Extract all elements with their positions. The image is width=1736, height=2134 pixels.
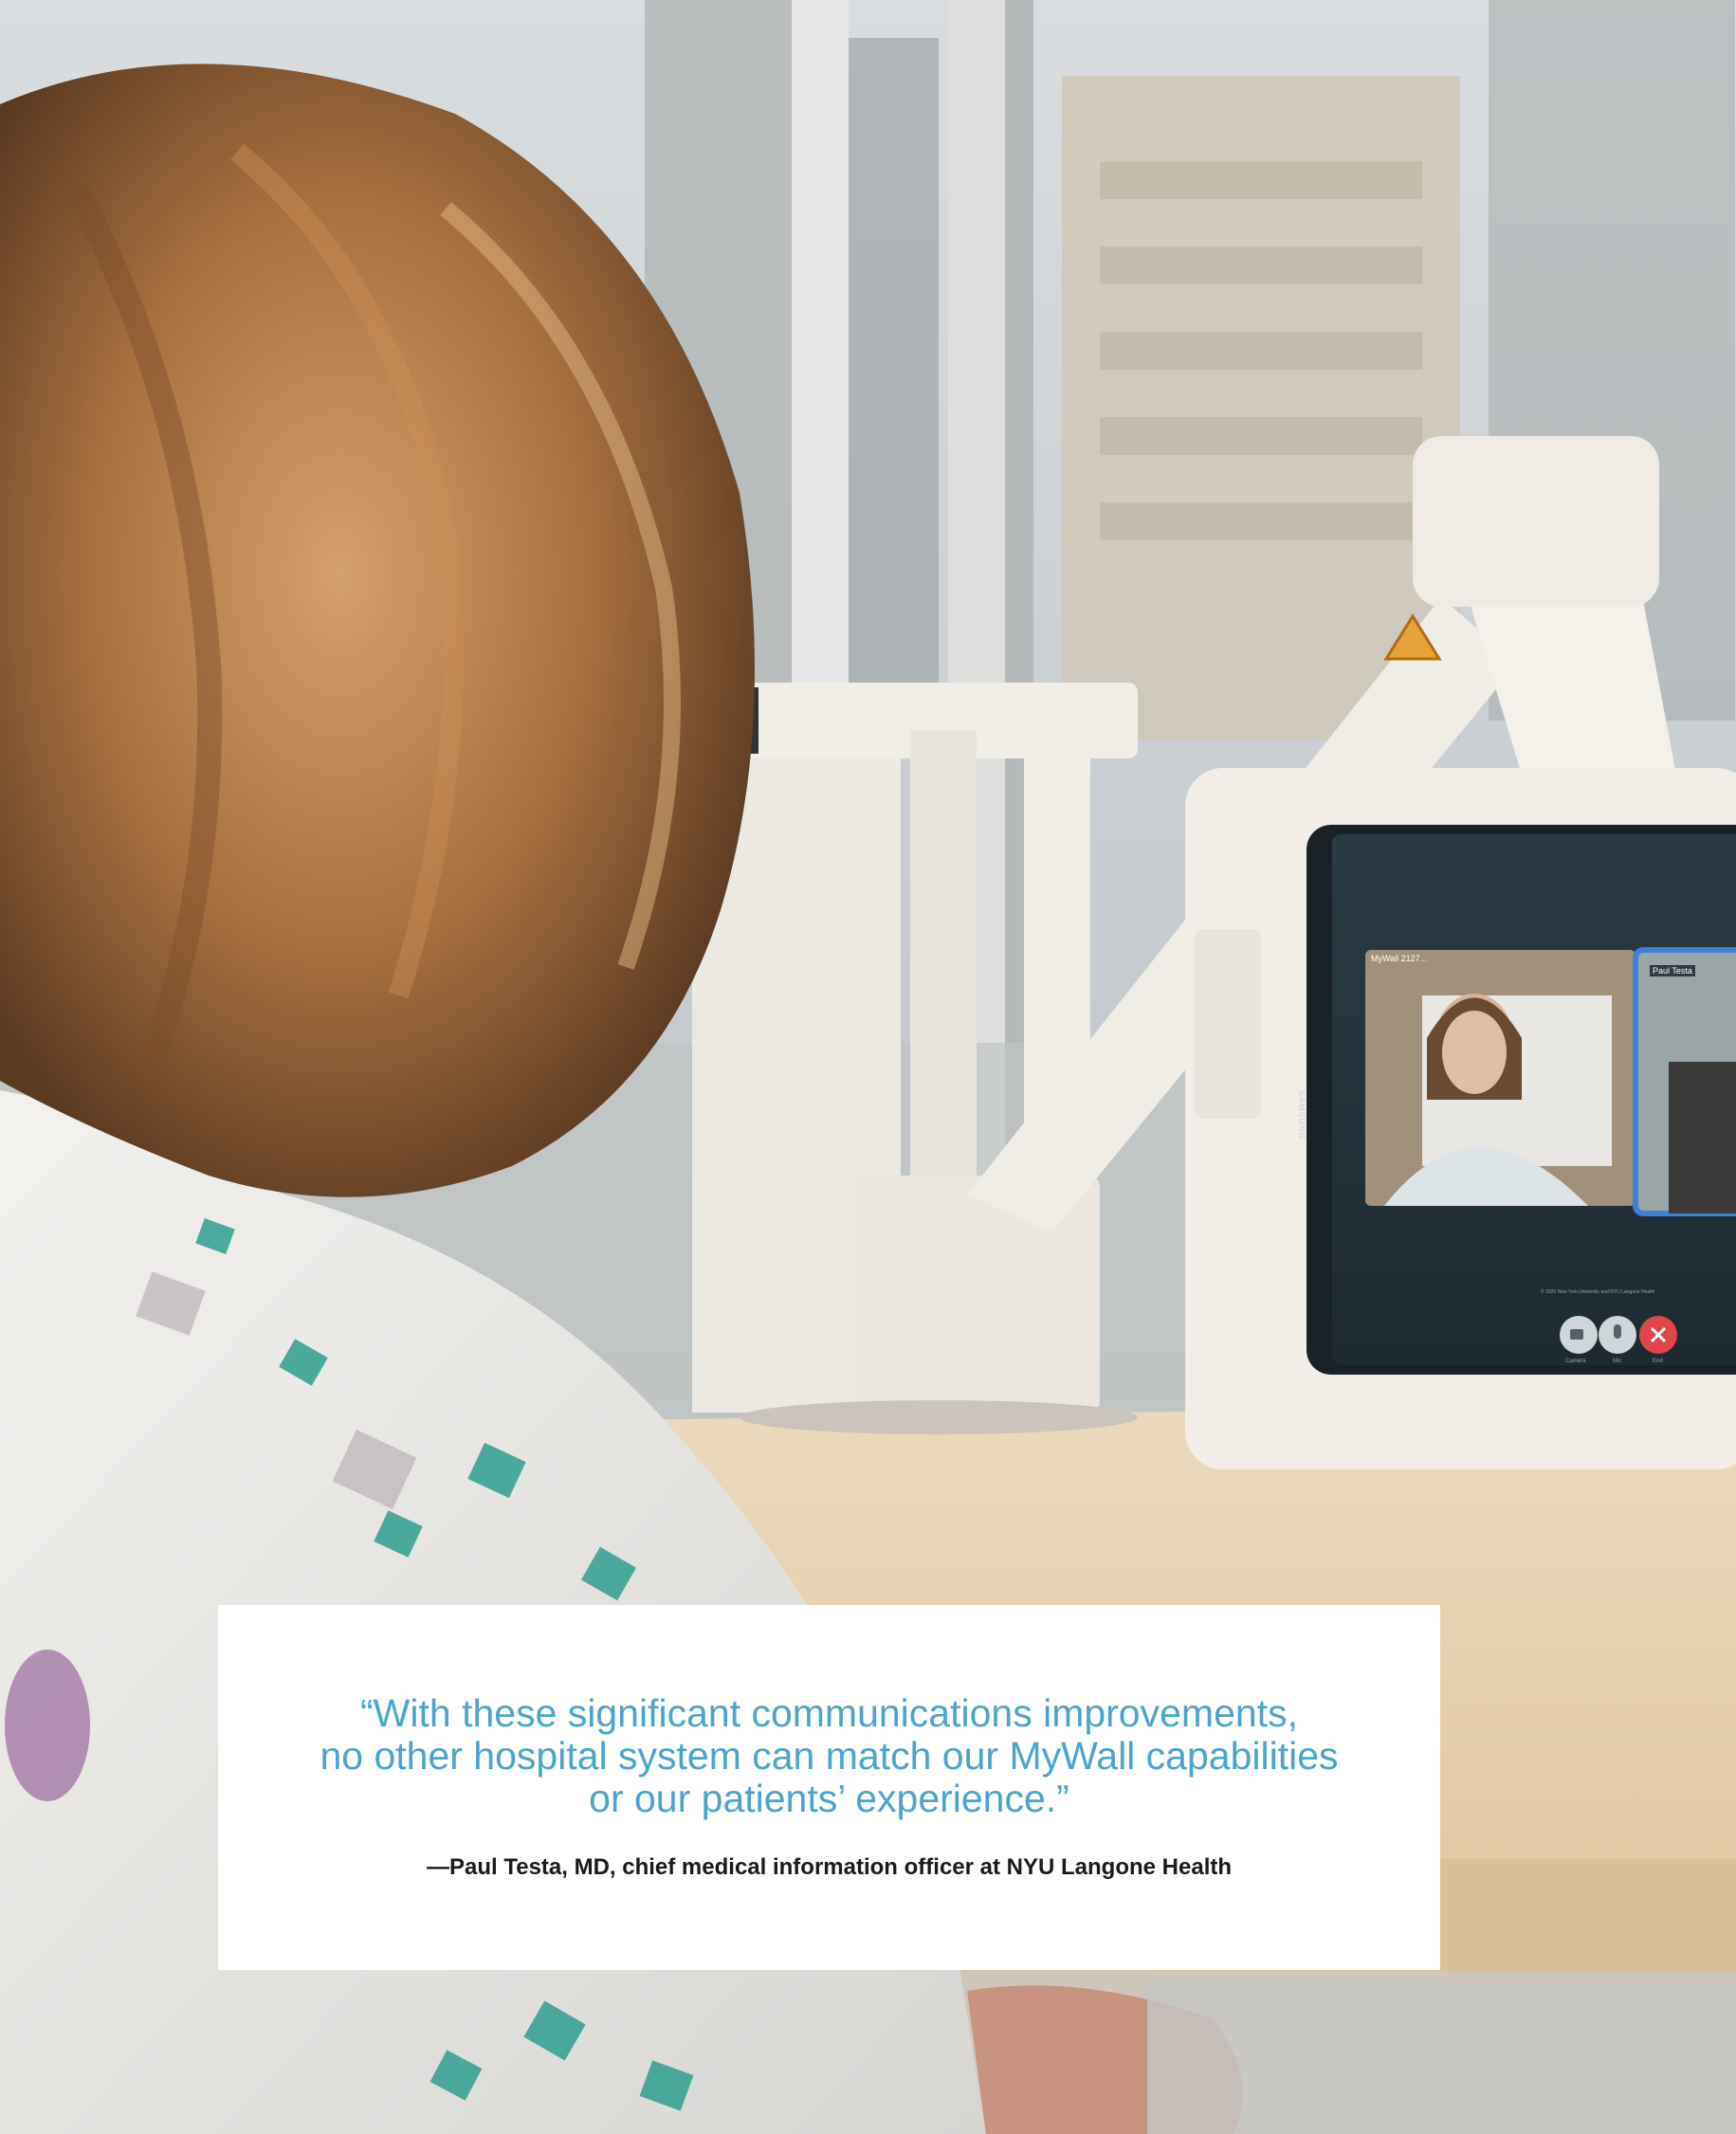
tablet-brand: SAMSUNG bbox=[1297, 1090, 1307, 1140]
camera-button-label[interactable]: Camera bbox=[1565, 1359, 1585, 1364]
end-call-button-label[interactable]: End bbox=[1653, 1359, 1663, 1364]
quote-line-2: no other hospital system can match our M… bbox=[320, 1734, 1339, 1778]
quote-line-1: “With these significant communications i… bbox=[360, 1691, 1298, 1735]
tablet-footer-text: © 2026 New York University and NYU Lango… bbox=[1541, 1289, 1655, 1295]
quote-attribution: —Paul Testa, MD, chief medical informati… bbox=[426, 1854, 1233, 1880]
quote-line-3: or our patients’ experience.” bbox=[589, 1777, 1069, 1820]
quote-text: “With these significant communications i… bbox=[270, 1692, 1389, 1820]
quote-card: “With these significant communications i… bbox=[218, 1605, 1440, 1970]
photo-scene: SAMSUNG MyWall 2127... Paul Testa © 2026… bbox=[0, 0, 1736, 2134]
video-tile-label-left: MyWall 2127... bbox=[1371, 954, 1428, 963]
video-tile-label-right: Paul Testa bbox=[1650, 965, 1695, 976]
mic-button-label[interactable]: Mic bbox=[1613, 1359, 1621, 1364]
